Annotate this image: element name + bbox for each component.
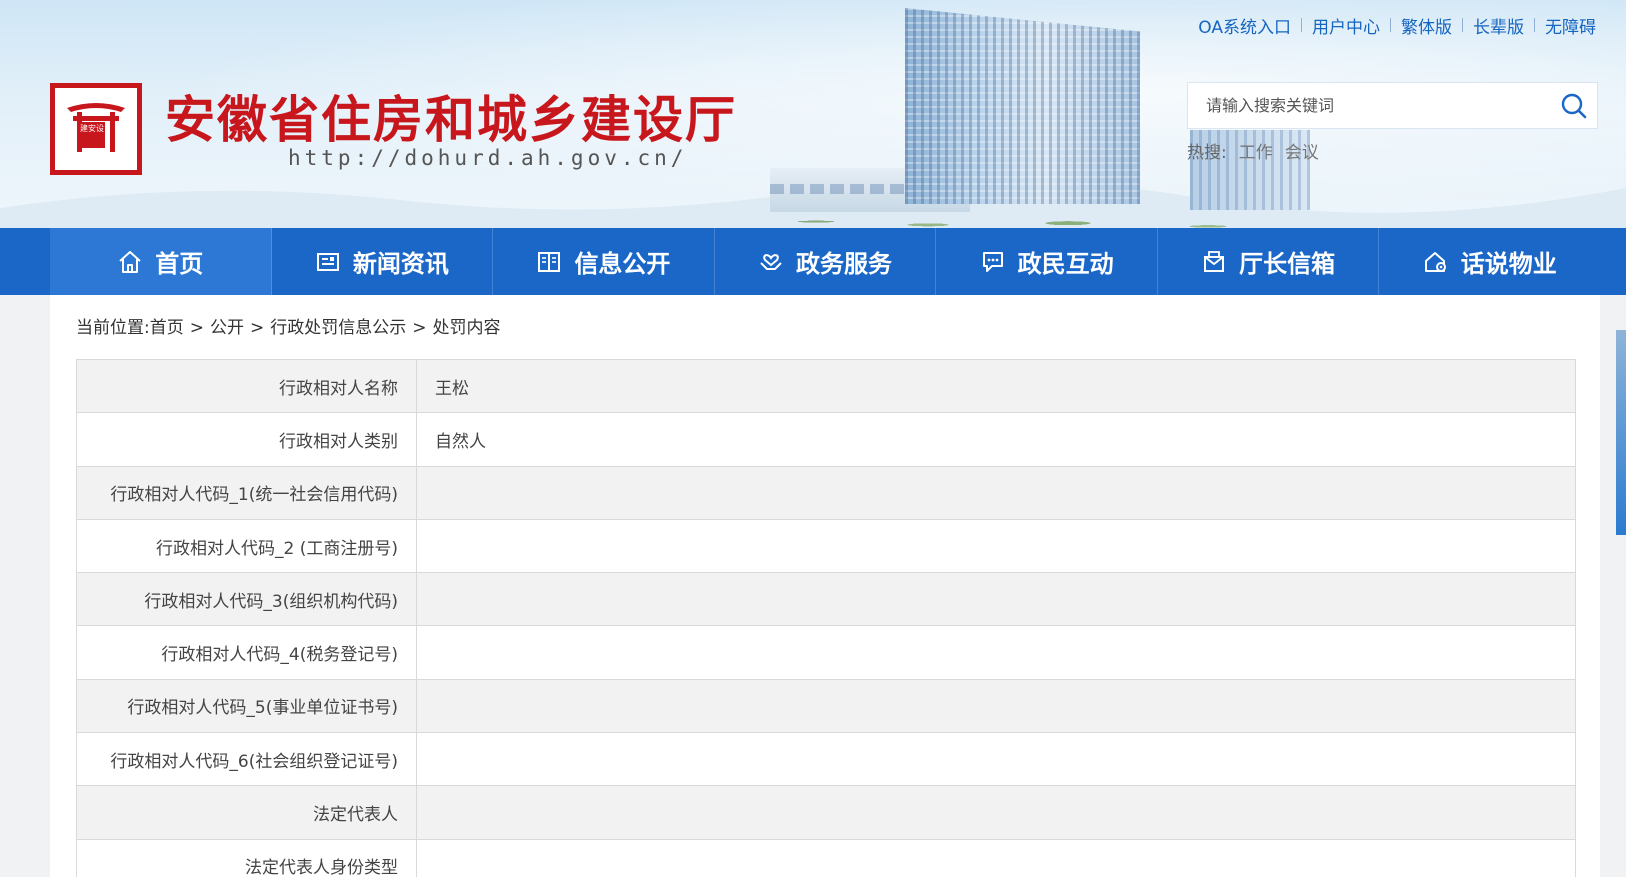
table-row: 行政相对人代码_4(税务登记号) <box>76 625 1576 680</box>
table-row: 行政相对人名称 王松 <box>76 358 1576 414</box>
table-row: 行政相对人类别 自然人 <box>76 412 1576 467</box>
home-icon <box>117 249 143 275</box>
breadcrumb-link-home[interactable]: 首页 <box>150 318 184 338</box>
hot-search-label: 热搜: <box>1187 143 1227 163</box>
nav-item-director-mailbox[interactable]: 厅长信箱 <box>1158 228 1380 295</box>
divider <box>1390 18 1391 32</box>
table-row: 法定代表人身份类型 <box>76 838 1576 877</box>
breadcrumb-prefix: 当前位置: <box>76 318 150 338</box>
site-url: http://dohurd.ah.gov.cn/ <box>288 146 688 170</box>
breadcrumb-separator: > <box>249 318 265 338</box>
table-row: 行政相对人代码_6(社会组织登记证号) <box>76 732 1576 787</box>
row-label: 行政相对人代码_5(事业单位证书号) <box>76 678 417 734</box>
row-value <box>416 625 1576 680</box>
divider <box>1534 18 1535 32</box>
top-link-user-center[interactable]: 用户中心 <box>1312 13 1380 38</box>
nav-item-label: 厅长信箱 <box>1239 250 1336 278</box>
row-label: 法定代表人 <box>76 785 417 840</box>
side-floating-tab[interactable] <box>1616 330 1626 535</box>
row-label: 行政相对人代码_6(社会组织登记证号) <box>76 732 417 787</box>
row-value: 自然人 <box>416 412 1576 467</box>
row-label: 行政相对人代码_3(组织机构代码) <box>76 572 417 627</box>
trees-image <box>760 196 1320 228</box>
search-box <box>1187 82 1598 129</box>
row-value <box>416 678 1576 734</box>
nav-item-property-talk[interactable]: 话说物业 <box>1379 228 1600 295</box>
row-value <box>416 518 1576 574</box>
site-title: 安徽省住房和城乡建设厅 <box>165 91 737 149</box>
book-icon <box>536 249 562 275</box>
penalty-detail-table: 行政相对人名称 王松 行政相对人类别 自然人 行政相对人代码_1(统一社会信用代… <box>76 358 1576 877</box>
nav-item-label: 政务服务 <box>796 250 893 278</box>
building-image-tower <box>905 8 1140 204</box>
divider <box>1301 18 1302 32</box>
nav-item-home[interactable]: 首页 <box>50 228 272 295</box>
table-row: 法定代表人 <box>76 785 1576 840</box>
nav-item-interaction[interactable]: 政民互动 <box>936 228 1158 295</box>
chat-icon <box>980 249 1006 275</box>
nav-item-label: 新闻资讯 <box>352 250 449 278</box>
top-link-traditional[interactable]: 繁体版 <box>1401 13 1452 38</box>
breadcrumb-separator: > <box>189 318 204 338</box>
nav-item-info-disclosure[interactable]: 信息公开 <box>493 228 715 295</box>
house-gear-icon <box>1423 249 1449 275</box>
nav-item-gov-service[interactable]: 政务服务 <box>715 228 937 295</box>
main-nav: 首页 新闻资讯 信息公开 政务服务 政民互动 厅长信箱 话说物业 <box>0 228 1626 295</box>
hot-search: 热搜: 工作 会议 <box>1187 138 1319 163</box>
breadcrumb-current: 处罚内容 <box>432 318 501 338</box>
search-icon[interactable] <box>1559 91 1589 121</box>
hands-icon <box>758 249 784 275</box>
table-row: 行政相对人代码_3(组织机构代码) <box>76 572 1576 627</box>
site-logo[interactable]: 建安设 <box>50 83 142 175</box>
nav-item-label: 首页 <box>155 250 204 278</box>
row-label: 行政相对人名称 <box>76 358 417 414</box>
news-icon <box>315 249 341 275</box>
table-row: 行政相对人代码_2 (工商注册号) <box>76 518 1576 574</box>
nav-item-label: 信息公开 <box>574 250 671 278</box>
row-label: 行政相对人代码_4(税务登记号) <box>76 625 417 680</box>
table-row: 行政相对人代码_5(事业单位证书号) <box>76 678 1576 734</box>
breadcrumb-separator: > <box>412 318 427 338</box>
row-value <box>416 572 1576 627</box>
main-content: 当前位置:首页 > 公开 > 行政处罚信息公示 > 处罚内容 行政相对人名称 王松 行政相对… <box>50 295 1600 877</box>
nav-item-news[interactable]: 新闻资讯 <box>272 228 494 295</box>
hot-search-item[interactable]: 工作 <box>1239 138 1273 163</box>
row-label: 行政相对人类别 <box>76 412 417 467</box>
logo-seal: 建安设 <box>79 122 105 148</box>
top-link-oa[interactable]: OA系统入口 <box>1198 13 1291 38</box>
nav-item-label: 政民互动 <box>1017 250 1114 278</box>
row-label: 行政相对人代码_2 (工商注册号) <box>76 518 417 574</box>
row-value <box>416 732 1576 787</box>
search-input[interactable] <box>1188 83 1548 128</box>
mailbox-icon <box>1201 249 1227 275</box>
row-value <box>416 785 1576 840</box>
site-header: 建安设 安徽省住房和城乡建设厅 http://dohurd.ah.gov.cn/… <box>0 0 1626 228</box>
row-value <box>416 465 1576 520</box>
top-links: OA系统入口 用户中心 繁体版 长辈版 无障碍 <box>1198 12 1596 38</box>
row-label: 法定代表人身份类型 <box>76 838 417 877</box>
top-link-accessibility[interactable]: 无障碍 <box>1545 13 1596 38</box>
nav-item-label: 话说物业 <box>1460 250 1557 278</box>
breadcrumb-link-penalty-disclosure[interactable]: 行政处罚信息公示 <box>270 318 406 338</box>
hot-search-item[interactable]: 会议 <box>1285 138 1319 163</box>
table-row: 行政相对人代码_1(统一社会信用代码) <box>76 465 1576 520</box>
breadcrumb: 当前位置:首页 > 公开 > 行政处罚信息公示 > 处罚内容 <box>76 313 500 338</box>
breadcrumb-link-public[interactable]: 公开 <box>210 318 244 338</box>
row-value: 王松 <box>416 358 1576 414</box>
row-value <box>416 838 1576 877</box>
divider <box>1462 18 1463 32</box>
top-link-elder-mode[interactable]: 长辈版 <box>1473 13 1524 38</box>
row-label: 行政相对人代码_1(统一社会信用代码) <box>76 465 417 520</box>
